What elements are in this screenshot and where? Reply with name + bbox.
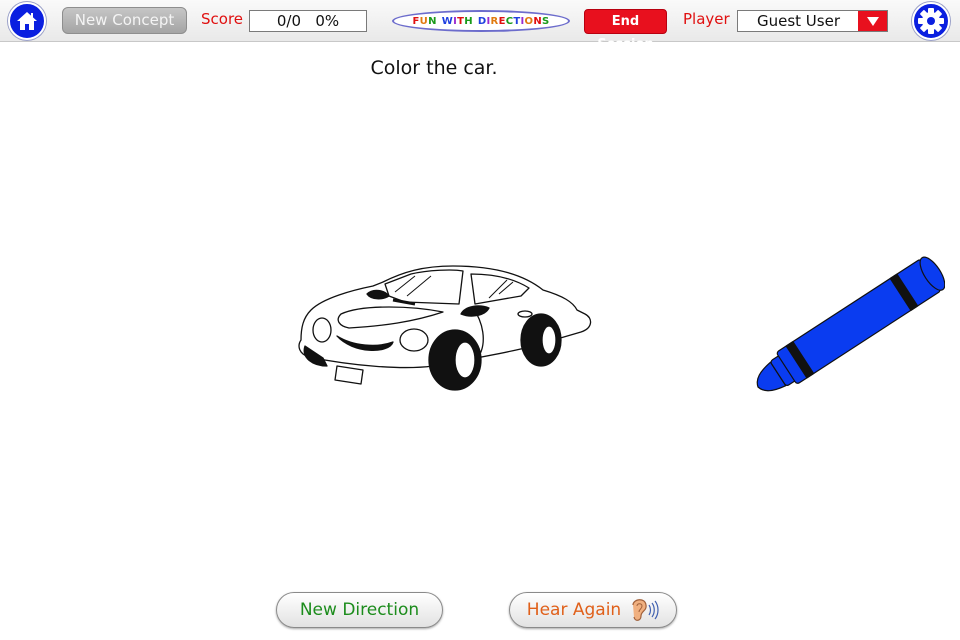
car-rear-wheel [520, 313, 562, 367]
logo-letter: U [419, 15, 429, 27]
logo-letter: O [524, 15, 534, 27]
car-front-wheel [428, 329, 482, 391]
score-value: 0/0 0% [249, 10, 367, 32]
home-button[interactable] [8, 2, 46, 40]
new-concept-button[interactable]: New Concept [62, 7, 187, 34]
car-picture[interactable] [293, 262, 595, 394]
logo-letter: W [441, 15, 454, 27]
player-select[interactable]: Guest User [737, 10, 888, 32]
hear-again-label: Hear Again [526, 600, 622, 620]
app-logo: FUN WITH DIRECTIONS [392, 10, 570, 32]
chevron-down-icon [866, 16, 879, 26]
settings-button[interactable] [912, 2, 950, 40]
logo-letter: H [464, 15, 473, 27]
player-label: Player [683, 10, 730, 28]
crayon-tool[interactable] [750, 255, 945, 395]
logo-letter: T [457, 15, 465, 27]
logo-letter: E [498, 15, 506, 27]
logo-letter: T [513, 15, 521, 27]
logo-letter: D [477, 15, 487, 27]
direction-text: Color the car. [370, 57, 498, 79]
ear-sound-icon [632, 599, 659, 621]
logo-letter: R [490, 15, 499, 27]
logo-letter: S [541, 15, 550, 27]
end-session-button[interactable]: End Session [584, 9, 667, 52]
hear-again-button[interactable]: Hear Again [509, 592, 677, 628]
dropdown-arrow-button[interactable] [858, 11, 887, 31]
player-value: Guest User [756, 12, 840, 30]
logo-letter: N [533, 15, 542, 27]
car-windshield [384, 269, 464, 305]
top-toolbar: New Concept Score 0/0 0% FUN WITH DIRECT… [0, 0, 960, 52]
score-label: Score [201, 10, 244, 28]
gear-icon [918, 8, 944, 34]
home-icon [17, 12, 37, 30]
logo-letter: F [412, 15, 420, 27]
new-direction-button[interactable]: New Direction [276, 592, 443, 628]
car-license-plate [334, 365, 364, 385]
logo-letter: N [428, 15, 437, 27]
new-direction-label: New Direction [299, 600, 420, 620]
logo-letter: C [505, 15, 514, 27]
